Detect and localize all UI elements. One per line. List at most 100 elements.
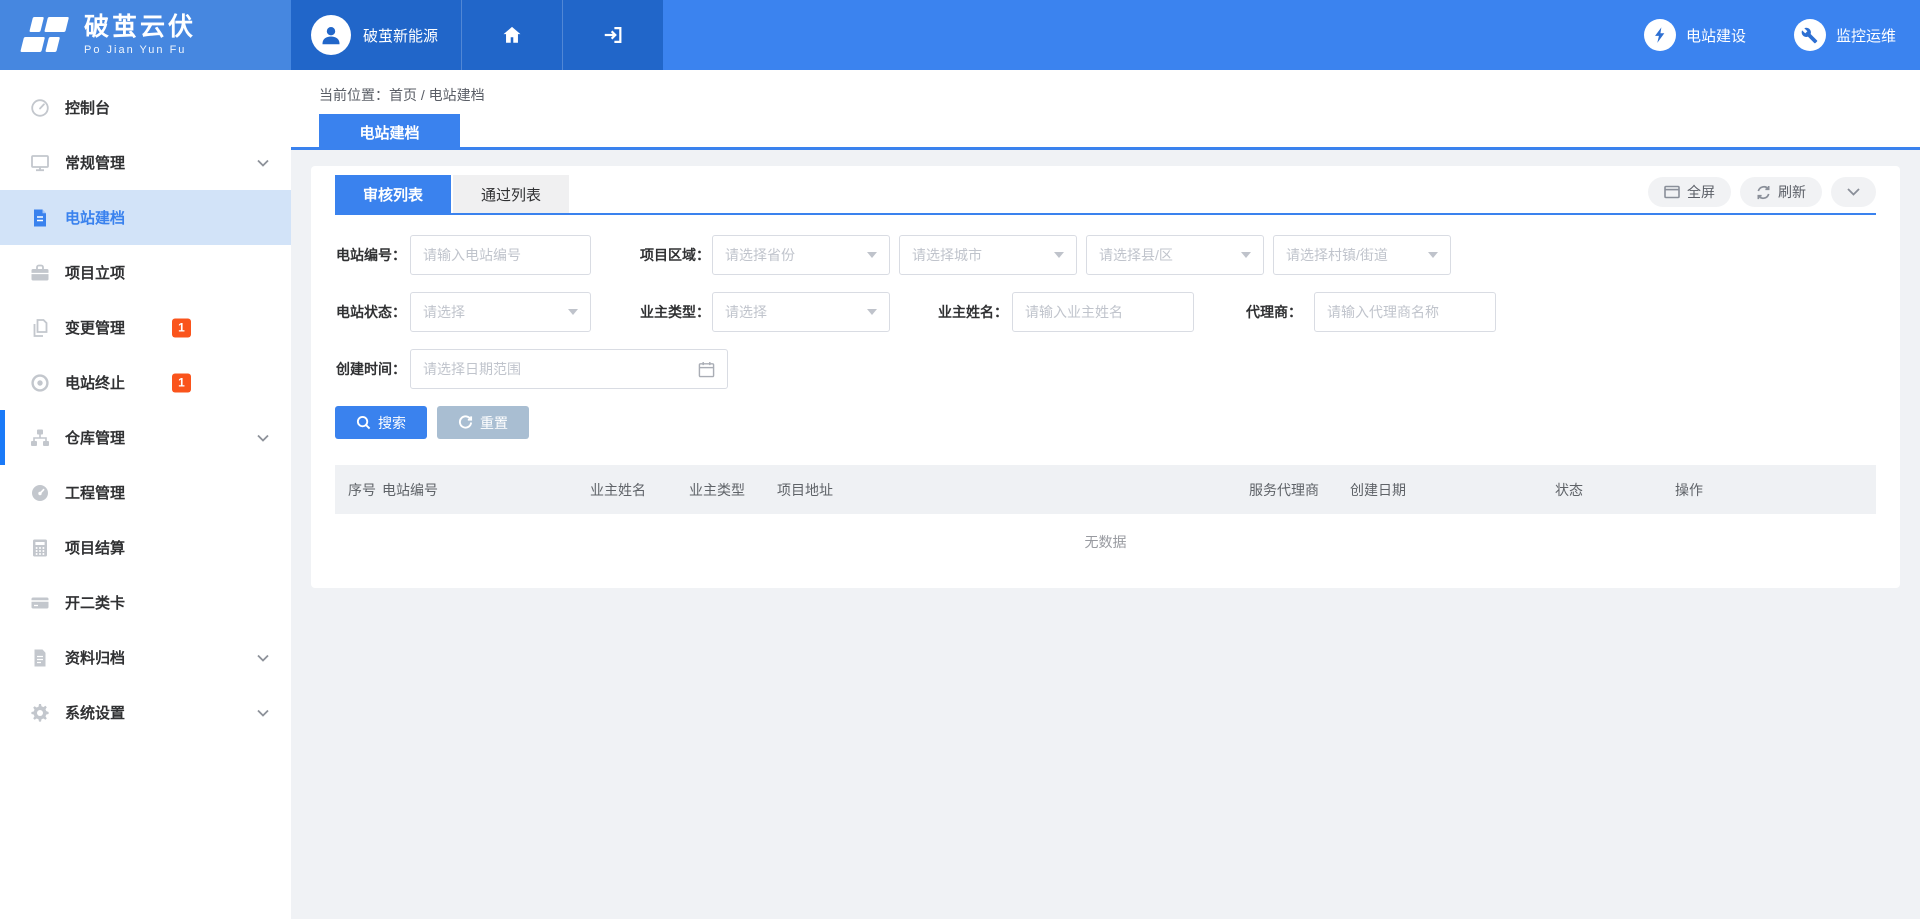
caret-down-icon	[568, 309, 578, 315]
sidebar-item-label: 常规管理	[65, 152, 125, 173]
archive-file-icon	[30, 648, 50, 668]
sidebar-item-label: 电站终止	[65, 372, 125, 393]
filter-form: 电站编号： 项目区域： 请选择省份 请选择城市 请选择县/区	[335, 215, 1876, 439]
user-menu[interactable]: 破茧新能源	[291, 0, 461, 70]
sidebar-item-label: 项目结算	[65, 537, 125, 558]
col-station-no: 电站编号	[382, 480, 590, 500]
sidebar-item-label: 项目立项	[65, 262, 125, 283]
sidebar-item-label: 仓库管理	[65, 427, 125, 448]
fullscreen-icon	[1664, 185, 1680, 199]
list-tabs: 审核列表 通过列表 全屏	[335, 166, 1876, 215]
owner-type-select[interactable]: 请选择	[712, 292, 890, 332]
calculator-icon	[30, 538, 50, 558]
station-no-label: 电站编号：	[335, 245, 406, 265]
chevron-down-icon	[257, 434, 269, 442]
refresh-label: 刷新	[1778, 182, 1806, 202]
col-actions: 操作	[1675, 480, 1876, 500]
sidebar: 控制台 常规管理 电站建档	[0, 70, 291, 919]
collapse-toolbar-button[interactable]	[1831, 177, 1876, 207]
refresh-icon	[1756, 185, 1771, 200]
col-status: 状态	[1555, 480, 1675, 500]
filter-row-2: 电站状态： 请选择 业主类型： 请选择 业主姓名： 代理商：	[335, 292, 1876, 332]
tab-review-list[interactable]: 审核列表	[335, 175, 451, 213]
bank-card-icon	[30, 593, 50, 613]
created-time-label: 创建时间：	[335, 359, 406, 379]
sidebar-item-label: 资料归档	[65, 647, 125, 668]
top-header: 破茧云伏 Po Jian Yun Fu 破茧新能源	[0, 0, 1920, 70]
chevron-down-icon	[1847, 188, 1860, 196]
content-card: 审核列表 通过列表 全屏	[311, 166, 1900, 588]
date-range-picker[interactable]	[410, 349, 728, 389]
sidebar-item-system-settings[interactable]: 系统设置	[0, 685, 291, 740]
monitor-icon	[30, 153, 50, 173]
lightning-icon	[1644, 19, 1676, 51]
date-range-input[interactable]	[423, 361, 698, 377]
page-tab-station-archive[interactable]: 电站建档	[319, 114, 460, 150]
brand-title: 破茧云伏	[84, 14, 196, 42]
search-label: 搜索	[378, 413, 406, 433]
sidebar-item-station-termination[interactable]: 电站终止 1	[0, 355, 291, 410]
province-select[interactable]: 请选择省份	[712, 235, 890, 275]
fullscreen-label: 全屏	[1687, 182, 1715, 202]
sidebar-item-project-initiation[interactable]: 项目立项	[0, 245, 291, 300]
sidebar-item-console[interactable]: 控制台	[0, 80, 291, 135]
agent-input[interactable]	[1314, 292, 1496, 332]
town-select[interactable]: 请选择村镇/街道	[1273, 235, 1451, 275]
reset-label: 重置	[480, 413, 508, 433]
sidebar-item-label: 电站建档	[65, 207, 125, 228]
col-owner-type: 业主类型	[689, 480, 777, 500]
county-select[interactable]: 请选择县/区	[1086, 235, 1264, 275]
station-no-input[interactable]	[410, 235, 591, 275]
nav-monitoring-ops[interactable]: 监控运维	[1794, 19, 1896, 51]
sidebar-item-warehouse-management[interactable]: 仓库管理	[0, 410, 291, 465]
chevron-down-icon	[257, 159, 269, 167]
sidebar-item-label: 开二类卡	[65, 592, 125, 613]
badge-count: 1	[172, 373, 191, 392]
user-avatar-icon	[311, 15, 351, 55]
target-icon	[30, 373, 50, 393]
breadcrumb-label: 当前位置：	[319, 87, 389, 103]
main-content: 当前位置：首页 / 电站建档 电站建档 审核列表 通过列表	[291, 70, 1920, 919]
caret-down-icon	[1428, 252, 1438, 258]
chevron-down-icon	[257, 709, 269, 717]
header-mid-section: 破茧新能源	[291, 0, 663, 70]
app-root: 破茧云伏 Po Jian Yun Fu 破茧新能源	[0, 0, 1920, 919]
breadcrumb-path: 首页 / 电站建档	[389, 87, 485, 103]
owner-name-input[interactable]	[1012, 292, 1194, 332]
badge-count: 1	[172, 318, 191, 337]
city-select[interactable]: 请选择城市	[899, 235, 1077, 275]
fullscreen-button[interactable]: 全屏	[1648, 177, 1731, 207]
sidebar-item-project-settlement[interactable]: 项目结算	[0, 520, 291, 575]
sidebar-item-change-management[interactable]: 变更管理 1	[0, 300, 291, 355]
copy-icon	[30, 318, 50, 338]
sidebar-item-station-archive[interactable]: 电站建档	[0, 190, 291, 245]
sidebar-item-label: 系统设置	[65, 702, 125, 723]
caret-down-icon	[1241, 252, 1251, 258]
station-status-select[interactable]: 请选择	[410, 292, 591, 332]
sitemap-icon	[30, 428, 50, 448]
filter-actions: 搜索 重置	[335, 406, 1876, 439]
owner-type-label: 业主类型：	[640, 302, 708, 322]
sidebar-item-data-archive[interactable]: 资料归档	[0, 630, 291, 685]
sidebar-item-engineering-management[interactable]: 工程管理	[0, 465, 291, 520]
empty-state: 无数据	[335, 514, 1876, 570]
caret-down-icon	[867, 309, 877, 315]
caret-down-icon	[1054, 252, 1064, 258]
col-owner-name: 业主姓名	[590, 480, 689, 500]
nav-station-construction[interactable]: 电站建设	[1644, 19, 1746, 51]
sidebar-item-label: 工程管理	[65, 482, 125, 503]
brand-logo-icon	[20, 13, 72, 57]
filter-row-1: 电站编号： 项目区域： 请选择省份 请选择城市 请选择县/区	[335, 235, 1876, 275]
refresh-button[interactable]: 刷新	[1740, 177, 1822, 207]
sidebar-item-general-management[interactable]: 常规管理	[0, 135, 291, 190]
nav-action-label: 监控运维	[1836, 25, 1896, 46]
breadcrumb-bar: 当前位置：首页 / 电站建档 电站建档	[291, 70, 1920, 150]
document-icon	[30, 208, 50, 228]
tab-passed-list[interactable]: 通过列表	[453, 175, 569, 213]
sidebar-item-open-class2-card[interactable]: 开二类卡	[0, 575, 291, 630]
search-button[interactable]: 搜索	[335, 406, 427, 439]
reset-button[interactable]: 重置	[437, 406, 529, 439]
table-header-row: 序号 电站编号 业主姓名 业主类型 项目地址 服务代理商 创建日期 状态 操作	[335, 465, 1876, 514]
logout-button[interactable]	[562, 0, 663, 70]
home-button[interactable]	[461, 0, 562, 70]
